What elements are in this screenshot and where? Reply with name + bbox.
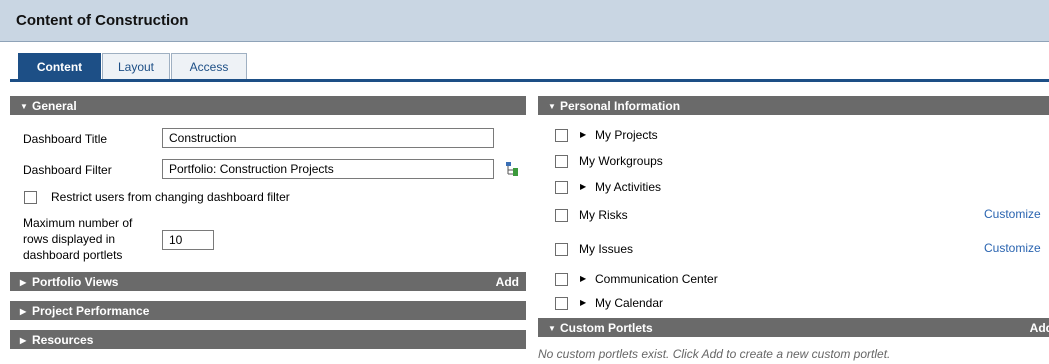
max-rows-label-line-1: Maximum number of	[23, 216, 133, 230]
collapse-arrow-icon: ▼	[548, 102, 556, 111]
expand-arrow-icon: ▶	[20, 307, 27, 316]
my-issues-customize-link[interactable]: Customize	[984, 241, 1041, 255]
my-calendar-checkbox[interactable]	[555, 297, 568, 310]
dashboard-title-input[interactable]: Construction	[162, 128, 494, 148]
restrict-filter-label: Restrict users from changing dashboard f…	[51, 190, 290, 204]
portfolio-views-title: Portfolio Views	[32, 275, 119, 289]
max-rows-input[interactable]: 10	[162, 230, 214, 250]
collapse-arrow-icon: ▼	[548, 324, 556, 333]
my-workgroups-label: My Workgroups	[579, 154, 663, 168]
collapse-arrow-icon: ▼	[20, 102, 28, 111]
tab-layout[interactable]: Layout	[102, 53, 170, 80]
my-risks-label: My Risks	[579, 208, 628, 222]
title-bar: Content of Construction	[0, 0, 1049, 42]
resources-title: Resources	[32, 333, 94, 347]
expand-arrow-icon: ▶	[20, 278, 27, 287]
my-risks-checkbox[interactable]	[555, 209, 568, 222]
personal-information-section-header[interactable]: ▼ Personal Information	[538, 96, 1049, 115]
page-title: Content of Construction	[16, 12, 189, 29]
expand-arrow-icon[interactable]: ▶	[580, 274, 586, 283]
tab-content[interactable]: Content	[18, 53, 101, 80]
my-projects-label: My Projects	[595, 128, 658, 142]
tab-underline	[10, 79, 1049, 82]
portfolio-views-section-header[interactable]: ▶ Portfolio Views Add	[10, 272, 526, 291]
portfolio-views-add-button[interactable]: Add	[496, 275, 519, 289]
dashboard-filter-input[interactable]: Portfolio: Construction Projects	[162, 159, 494, 179]
general-section-header[interactable]: ▼ General	[10, 96, 526, 115]
max-rows-label-line-2: rows displayed in	[23, 232, 116, 246]
my-workgroups-checkbox[interactable]	[555, 155, 568, 168]
my-issues-label: My Issues	[579, 242, 634, 256]
dashboard-title-label: Dashboard Title	[23, 132, 108, 146]
my-risks-customize-link[interactable]: Customize	[984, 207, 1041, 221]
custom-portlets-add-button[interactable]: Add	[1030, 321, 1049, 335]
my-projects-checkbox[interactable]	[555, 129, 568, 142]
tab-strip: Content Layout Access	[0, 42, 1049, 82]
expand-arrow-icon[interactable]: ▶	[580, 182, 586, 191]
custom-portlets-section-header[interactable]: ▼ Custom Portlets Add	[538, 318, 1049, 337]
my-issues-checkbox[interactable]	[555, 243, 568, 256]
custom-portlets-empty-message: No custom portlets exist. Click Add to c…	[538, 347, 891, 361]
max-rows-label-line-3: dashboard portlets	[23, 248, 123, 262]
my-activities-checkbox[interactable]	[555, 181, 568, 194]
hierarchy-icon[interactable]	[505, 161, 519, 177]
expand-arrow-icon[interactable]: ▶	[580, 130, 586, 139]
expand-arrow-icon[interactable]: ▶	[580, 298, 586, 307]
expand-arrow-icon: ▶	[20, 336, 27, 345]
my-calendar-label: My Calendar	[595, 296, 664, 310]
dashboard-filter-label: Dashboard Filter	[23, 163, 112, 177]
resources-section-header[interactable]: ▶ Resources	[10, 330, 526, 349]
project-performance-section-header[interactable]: ▶ Project Performance	[10, 301, 526, 320]
tab-access[interactable]: Access	[171, 53, 247, 80]
project-performance-title: Project Performance	[32, 304, 150, 318]
my-activities-label: My Activities	[595, 180, 662, 194]
restrict-filter-checkbox[interactable]	[24, 191, 37, 204]
communication-center-label: Communication Center	[595, 272, 718, 286]
communication-center-checkbox[interactable]	[555, 273, 568, 286]
custom-portlets-title: Custom Portlets	[560, 321, 653, 335]
general-section-title: General	[32, 99, 77, 113]
personal-information-title: Personal Information	[560, 99, 681, 113]
